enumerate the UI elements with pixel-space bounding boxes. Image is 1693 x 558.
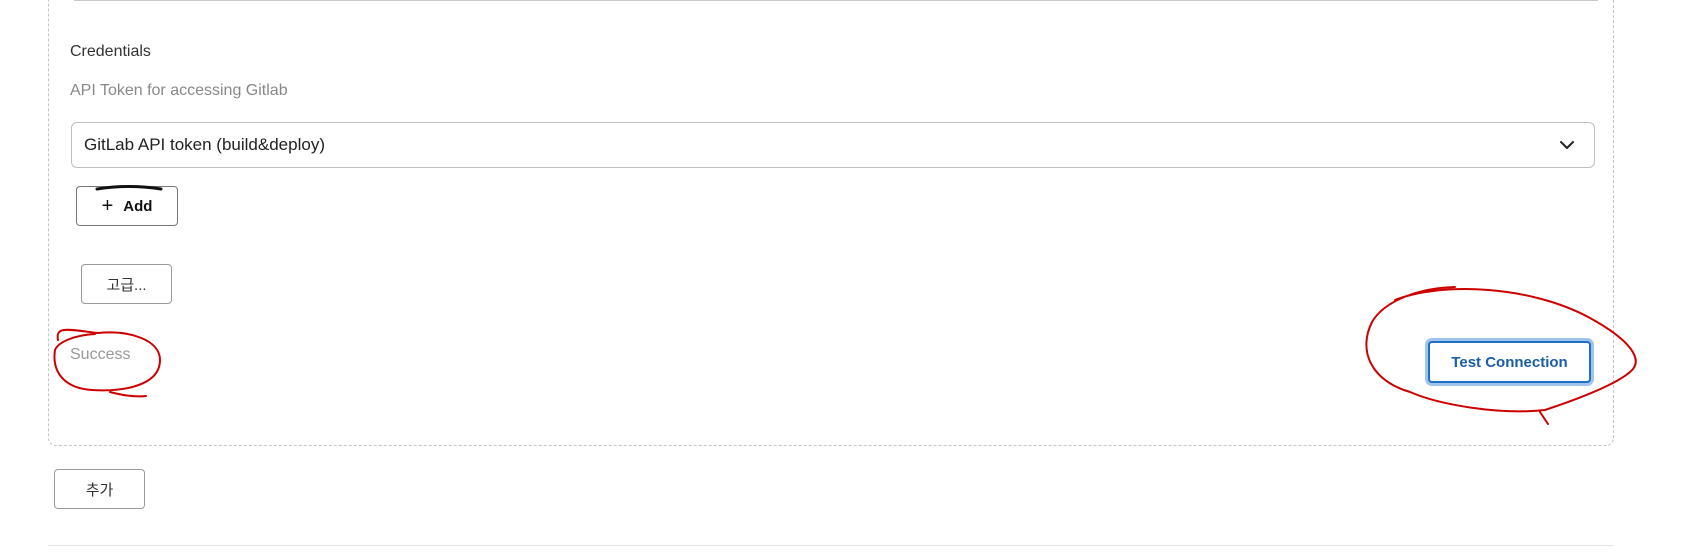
advanced-button[interactable]: 고급... <box>81 264 172 304</box>
credentials-label: Credentials <box>70 43 151 60</box>
plus-icon: + <box>101 195 114 217</box>
credentials-description: API Token for accessing Gitlab <box>70 82 288 99</box>
credentials-selected-value: GitLab API token (build&deploy) <box>84 135 325 154</box>
add-credentials-label: Add <box>123 197 153 215</box>
add-server-button[interactable]: 추가 <box>54 469 145 509</box>
scribble-mark <box>95 185 163 191</box>
credentials-select[interactable]: GitLab API token (build&deploy) <box>71 122 1595 168</box>
chevron-down-icon <box>1560 141 1574 149</box>
test-connection-button[interactable]: Test Connection <box>1428 341 1591 383</box>
gitlab-connection-section <box>48 0 1614 446</box>
test-status-text: Success <box>70 346 131 363</box>
page: Credentials API Token for accessing Gitl… <box>0 0 1693 558</box>
add-credentials-button[interactable]: + Add <box>76 185 178 226</box>
divider-bottom <box>48 545 1614 546</box>
